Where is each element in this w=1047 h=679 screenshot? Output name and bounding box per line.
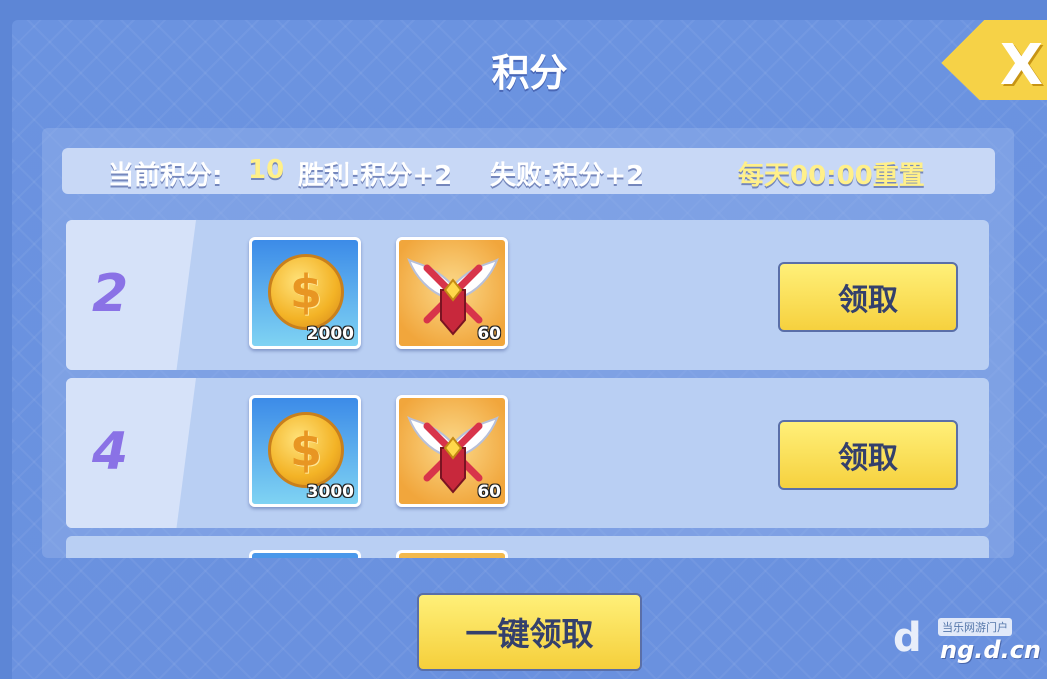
reward-item-gold-coin[interactable]: $ 3000 bbox=[249, 395, 361, 507]
reset-note: 每天00:00重置 bbox=[738, 161, 925, 191]
claim-all-button[interactable]: 一键领取 bbox=[417, 593, 642, 671]
tier-number: 4 bbox=[92, 422, 129, 482]
reward-item-gold-coin[interactable]: $ 2000 bbox=[249, 237, 361, 349]
claim-button[interactable]: 领取 bbox=[778, 420, 958, 490]
reward-row: 2 $ 2000 60 领取 bbox=[66, 220, 989, 370]
watermark-logo-icon: d bbox=[893, 615, 922, 661]
loss-rule: 失败:积分+2 bbox=[490, 161, 645, 191]
watermark-tag: 当乐网游门户 bbox=[938, 618, 1012, 636]
watermark-url: ng.d.cn bbox=[940, 636, 1041, 664]
tier-number: 2 bbox=[92, 264, 129, 324]
close-icon[interactable]: X bbox=[1000, 38, 1043, 94]
gold-coin-icon: $ bbox=[268, 412, 344, 488]
current-points-label: 当前积分: bbox=[108, 161, 223, 191]
item-quantity: 2000 bbox=[306, 324, 354, 344]
reward-item-gold-coin bbox=[249, 550, 361, 558]
reward-item-emblem[interactable]: 60 bbox=[396, 395, 508, 507]
info-bar: 当前积分: 10 胜利:积分+2 失败:积分+2 每天00:00重置 bbox=[62, 148, 995, 194]
reward-item-emblem[interactable]: 60 bbox=[396, 237, 508, 349]
panel-title: 积分 bbox=[491, 51, 568, 95]
item-quantity: 60 bbox=[477, 324, 501, 344]
current-points-value: 10 bbox=[248, 155, 285, 185]
tier-panel bbox=[66, 378, 196, 528]
reward-row-partial bbox=[66, 536, 989, 558]
reward-row: 4 $ 3000 60 领取 bbox=[66, 378, 989, 528]
item-quantity: 60 bbox=[477, 482, 501, 502]
gold-coin-icon: $ bbox=[268, 254, 344, 330]
item-quantity: 3000 bbox=[306, 482, 354, 502]
reward-item-emblem bbox=[396, 550, 508, 558]
tier-panel bbox=[66, 220, 196, 370]
claim-button[interactable]: 领取 bbox=[778, 262, 958, 332]
win-rule: 胜利:积分+2 bbox=[298, 161, 453, 191]
